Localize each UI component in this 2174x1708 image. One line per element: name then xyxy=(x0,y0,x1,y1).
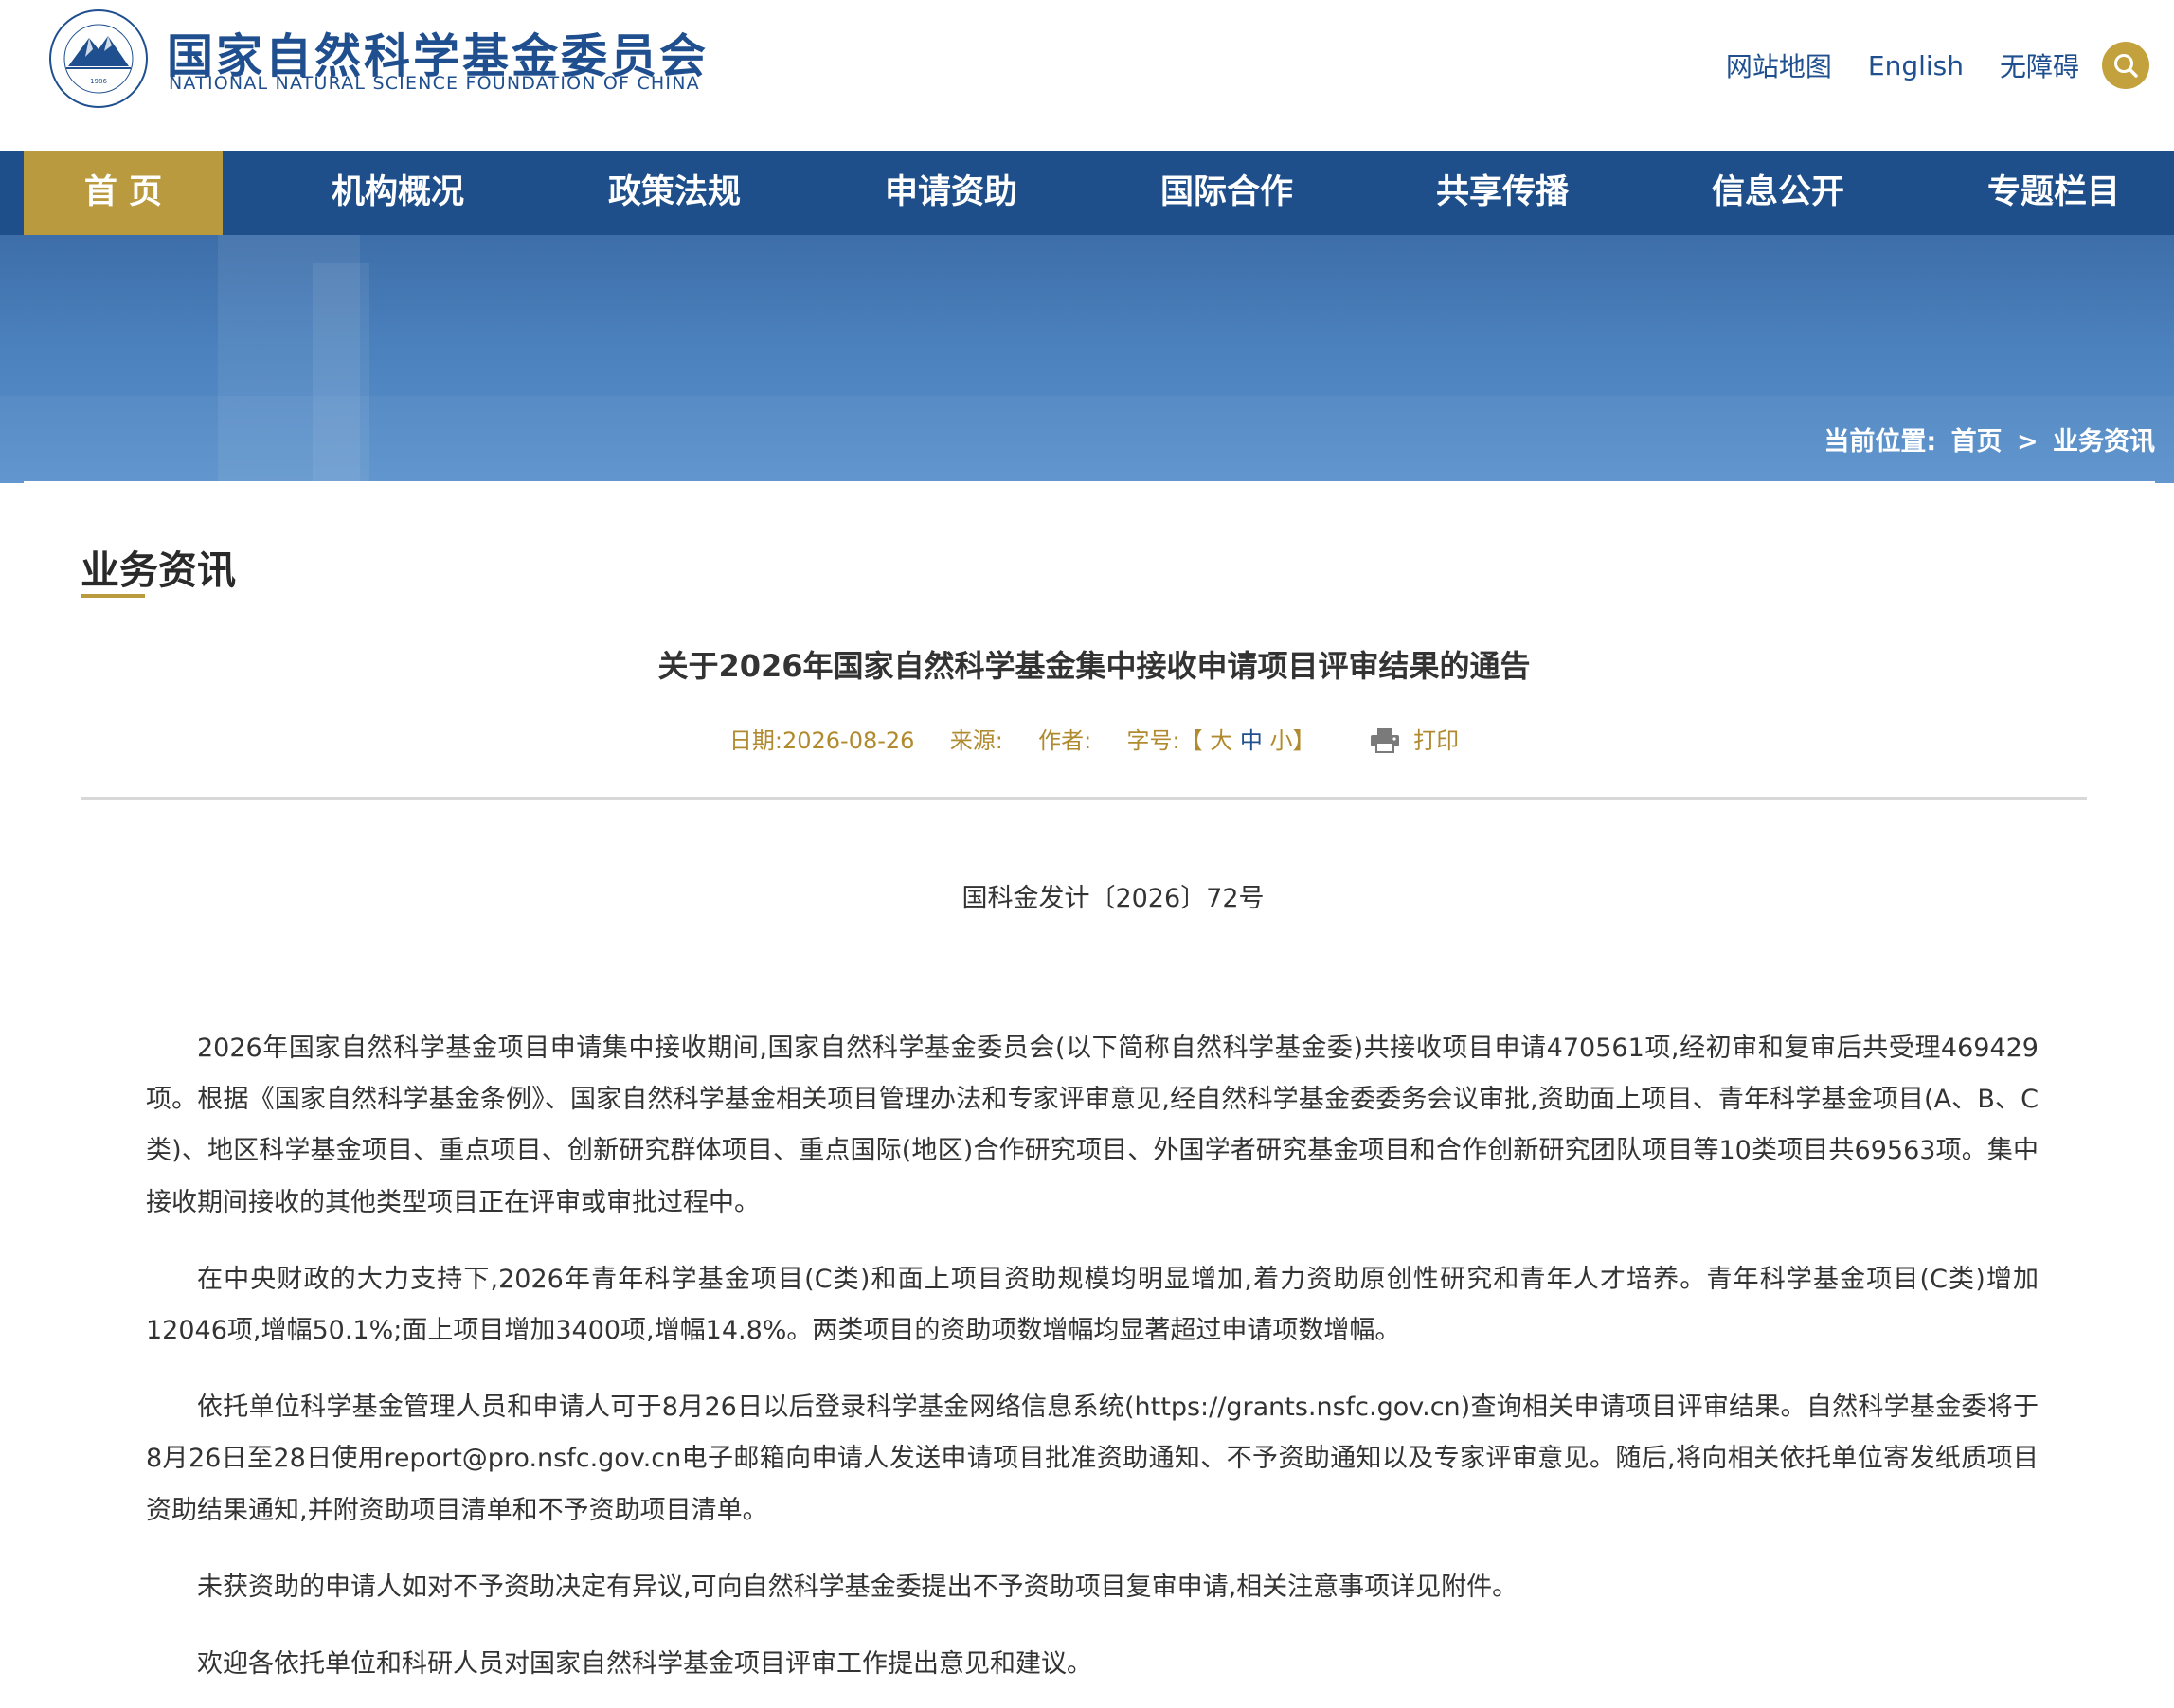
font-size-medium-button[interactable]: 中 xyxy=(1240,728,1263,754)
search-button[interactable] xyxy=(2102,42,2149,89)
font-size-large-button[interactable]: 大 xyxy=(1210,728,1232,754)
source-label: 来源: xyxy=(949,728,1003,754)
nav-item-policy[interactable]: 政策法规 xyxy=(580,151,769,235)
site-header: 1986 国家自然科学基金委员会 NATIONAL NATURAL SCIENC… xyxy=(0,0,2174,151)
author-label: 作者: xyxy=(1038,728,1092,754)
nav-item-disclosure[interactable]: 信息公开 xyxy=(1683,151,1873,235)
font-size-bracket-open: 【 xyxy=(1179,728,1203,754)
breadcrumb-label: 当前位置: xyxy=(1824,427,1937,457)
nav-item-international[interactable]: 国际合作 xyxy=(1132,151,1321,235)
title-divider xyxy=(81,797,2087,800)
document-number: 国科金发计〔2026〕72号 xyxy=(961,884,1265,913)
article-paragraph: 未获资助的申请人如对不予资助决定有异议,可向自然科学基金委提出不予资助项目复审申… xyxy=(197,1572,1518,1602)
article-body: 2026年国家自然科学基金项目申请集中接收期间,国家自然科学基金委员会(以下简称… xyxy=(146,1023,2039,1708)
main-nav: 首 页 机构概况 政策法规 申请资助 国际合作 共享传播 信息公开 专题栏目 xyxy=(0,151,2174,235)
site-logo-en[interactable]: NATIONAL NATURAL SCIENCE FOUNDATION OF C… xyxy=(169,73,700,94)
content-card: 业务资讯 关于2026年国家自然科学基金集中接收申请项目评审结果的通告 日期:2… xyxy=(24,481,2155,1708)
page-banner: 当前位置: 首页 > 业务资讯 xyxy=(0,235,2174,483)
article-title: 关于2026年国家自然科学基金集中接收申请项目评审结果的通告 xyxy=(657,648,1531,684)
article-paragraph: 欢迎各依托单位和科研人员对国家自然科学基金项目评审工作提出意见和建议。 xyxy=(197,1649,1092,1680)
nsfc-emblem-icon[interactable]: 1986 xyxy=(47,8,150,110)
font-size-bracket-close: 】 xyxy=(1292,728,1316,754)
breadcrumb: 当前位置: 首页 > 业务资讯 xyxy=(1818,421,2155,458)
nav-item-topics[interactable]: 专题栏目 xyxy=(1959,151,2148,235)
article-paragraph: 2026年国家自然科学基金项目申请集中接收期间,国家自然科学基金委员会(以下简称… xyxy=(146,1034,2039,1217)
accessibility-link[interactable]: 无障碍 xyxy=(2000,46,2079,84)
nav-item-funding[interactable]: 申请资助 xyxy=(856,151,1046,235)
section-title: 业务资讯 xyxy=(81,548,236,593)
article-paragraph: 在中央财政的大力支持下,2026年青年科学基金项目(C类)和面上项目资助规模均明… xyxy=(146,1264,2039,1346)
nav-item-about[interactable]: 机构概况 xyxy=(303,151,493,235)
breadcrumb-current[interactable]: 业务资讯 xyxy=(2053,427,2155,457)
section-title-underline xyxy=(81,594,145,598)
nav-item-sharing[interactable]: 共享传播 xyxy=(1408,151,1597,235)
nav-item-home[interactable]: 首 页 xyxy=(24,151,223,235)
date-label: 日期: xyxy=(728,728,782,754)
sitemap-link[interactable]: 网站地图 xyxy=(1726,46,1832,84)
breadcrumb-home[interactable]: 首页 xyxy=(1951,427,2003,457)
breadcrumb-separator: > xyxy=(2016,427,2039,457)
english-link[interactable]: English xyxy=(1868,50,1964,81)
emblem-year: 1986 xyxy=(90,78,107,85)
article-paragraph: 依托单位科学基金管理人员和申请人可于8月26日以后登录科学基金网络信息系统(ht… xyxy=(146,1393,2039,1525)
print-button[interactable]: 打印 xyxy=(1413,728,1459,754)
top-links: 网站地图 English 无障碍 xyxy=(1690,42,2149,89)
font-size-label: 字号: xyxy=(1126,728,1180,754)
search-icon xyxy=(2114,54,2138,78)
font-size-small-button[interactable]: 小 xyxy=(1269,728,1292,754)
article-date: 2026-08-26 xyxy=(782,728,915,754)
printer-icon[interactable] xyxy=(1370,727,1400,753)
article-meta: 日期:2026-08-26 来源: 作者: 字号:【 大 中 小】 打印 xyxy=(81,722,2108,755)
